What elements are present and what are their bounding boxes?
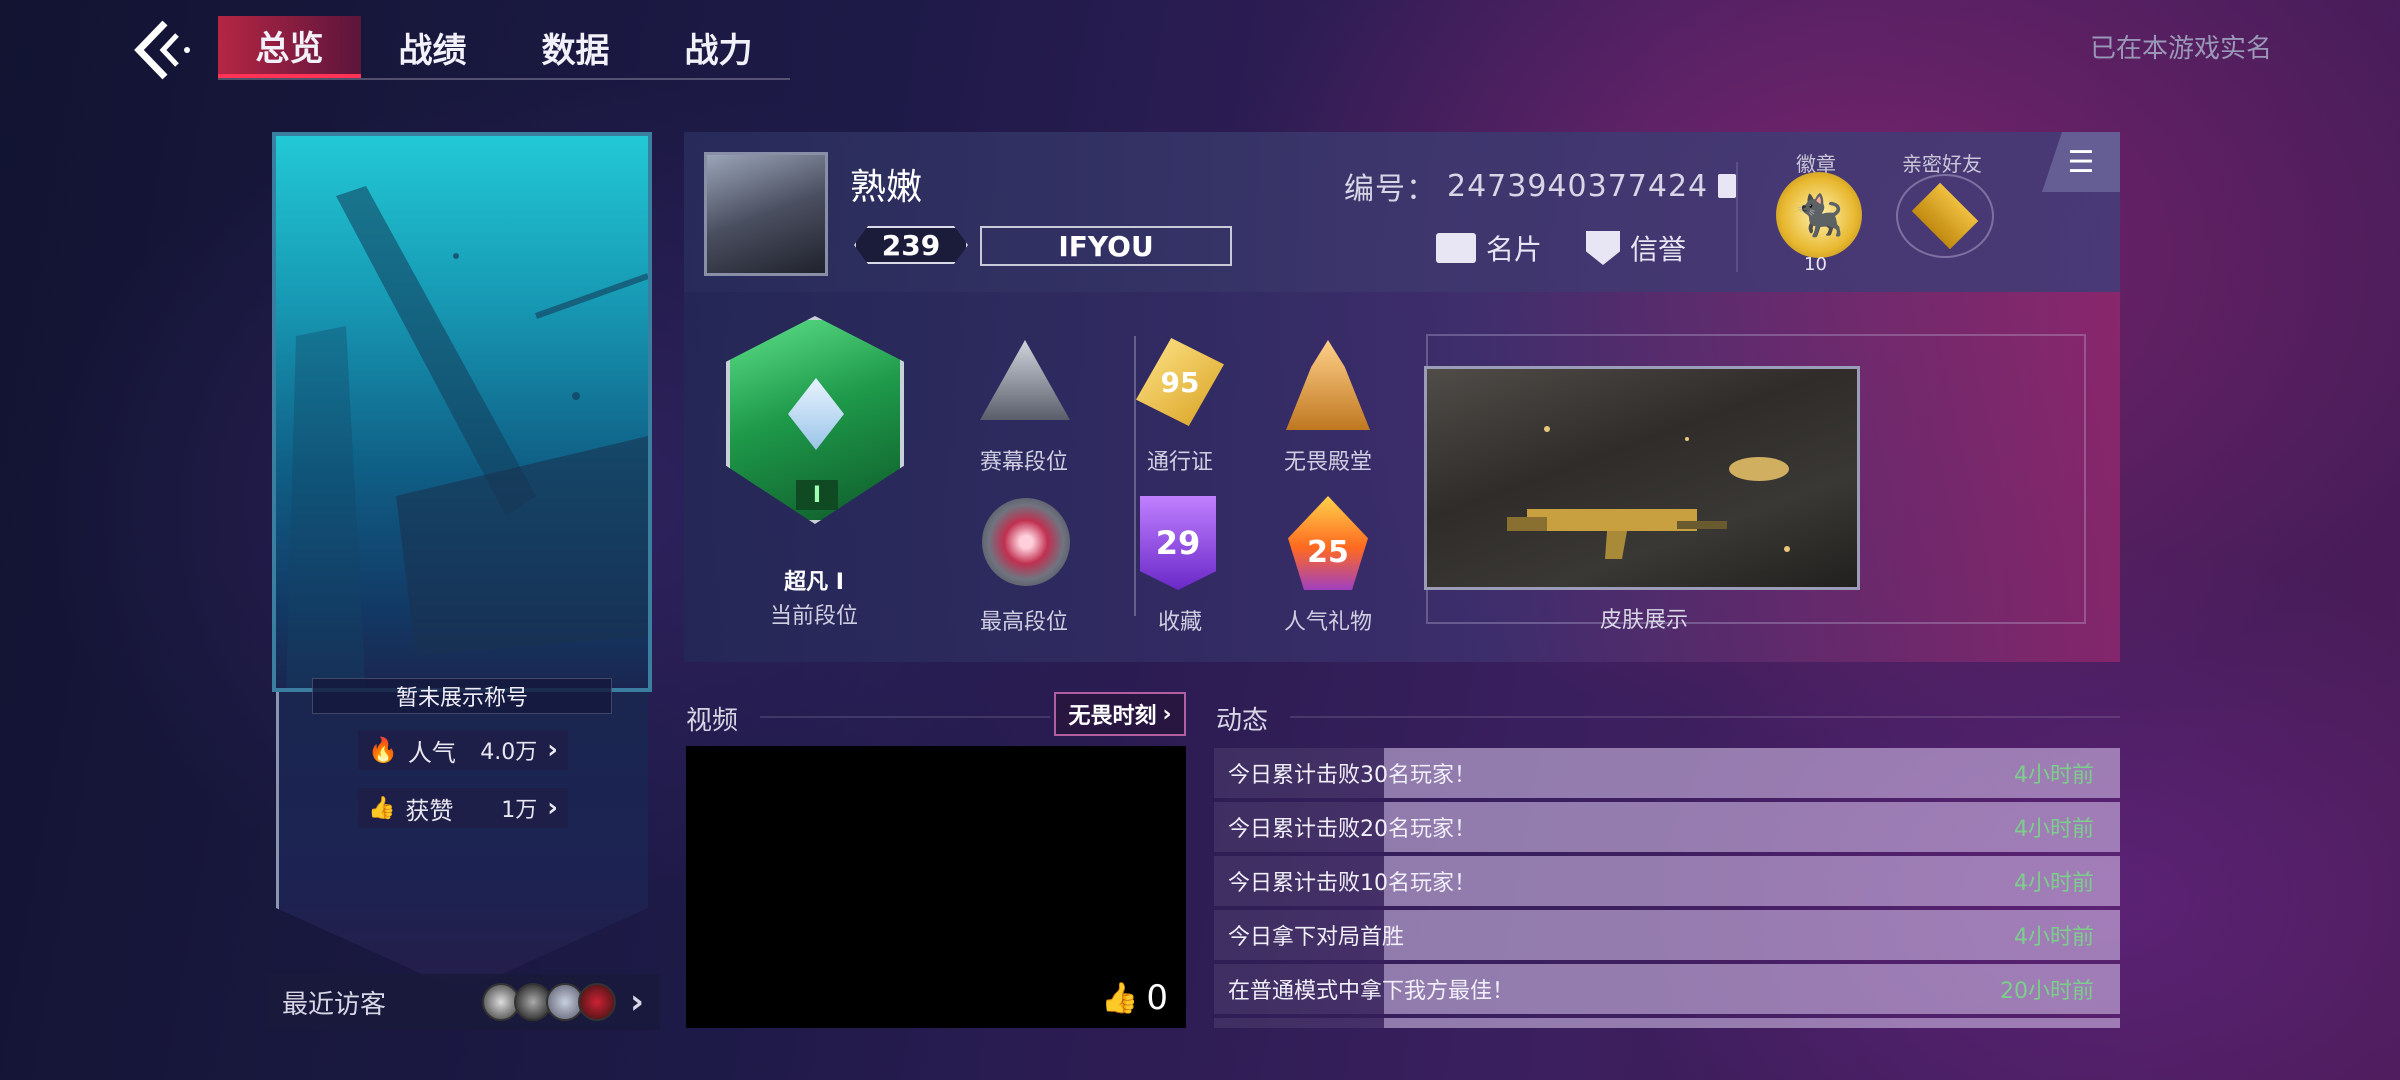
back-arrow-icon xyxy=(134,20,190,80)
profile-card: 熟嫩 239 IFYOU 编号： 2473940377424 名片 信誉 徽章 … xyxy=(684,132,2120,292)
visitor-avatar[interactable] xyxy=(577,983,616,1021)
achievements-panel: I 超凡 I 当前段位 赛幕段位 95 通行证 无畏殿堂 最高段位 29 收藏 … xyxy=(684,292,2120,662)
season-rank-icon[interactable] xyxy=(980,340,1070,420)
id-card-icon xyxy=(1436,233,1476,263)
popularity-label: 人气 xyxy=(407,738,456,767)
thumbs-up-icon: 👍 xyxy=(368,795,396,821)
chevron-right-icon: › xyxy=(547,735,558,765)
tab-power[interactable]: 战力 xyxy=(647,16,790,78)
namecard-button[interactable]: 名片 xyxy=(1436,228,1542,268)
video-section-title: 视频 xyxy=(686,706,739,736)
highest-rank-icon[interactable] xyxy=(982,498,1070,586)
popularity-pill[interactable]: 🔥 人气 4.0万 › xyxy=(358,730,568,770)
feed-time: 4小时前 xyxy=(2014,817,2094,842)
feed-text: 在普通模式中拿下我方最佳！ xyxy=(1228,979,1515,1004)
credit-button[interactable]: 信誉 xyxy=(1586,228,1686,268)
feed-section-title: 动态 xyxy=(1216,706,1269,736)
collection-icon[interactable]: 29 xyxy=(1140,496,1216,590)
skin-showcase[interactable] xyxy=(1424,366,1860,590)
video-like-count: 0 xyxy=(1146,978,1168,1018)
feed-text: 今日累计击败30名玩家！ xyxy=(1228,763,1476,788)
feed-row[interactable]: 今日累计击败20名玩家！ 4小时前 xyxy=(1214,802,2120,852)
copy-icon[interactable] xyxy=(1718,174,1737,198)
profile-banner[interactable]: 暂未展示称号 🔥 人气 4.0万 › 👍 获赞 1万 › xyxy=(272,132,652,1032)
rifle-skin-illustration xyxy=(1507,426,1790,559)
feed-time: 4小时前 xyxy=(2014,763,2094,788)
tab-overview[interactable]: 总览 xyxy=(218,16,361,78)
banner-artwork xyxy=(272,132,652,696)
tab-record[interactable]: 战绩 xyxy=(361,16,504,78)
friends-label: 亲密好友 xyxy=(1902,152,1982,176)
tab-bar: 总览 战绩 数据 战力 xyxy=(218,16,790,80)
namecard-label: 名片 xyxy=(1486,233,1543,266)
list-settings-icon: ☰ xyxy=(2067,144,2095,180)
likes-pill[interactable]: 👍 获赞 1万 › xyxy=(358,788,568,828)
highest-rank-label: 最高段位 xyxy=(979,610,1068,635)
feed-row-partial xyxy=(1214,1018,2120,1028)
battle-pass-label: 通行证 xyxy=(1146,450,1213,475)
recent-visitors-label: 最近访客 xyxy=(282,989,387,1020)
thumbs-up-icon: 👍 xyxy=(1101,980,1139,1016)
skin-showcase-label: 皮肤展示 xyxy=(1599,608,1688,633)
battle-pass-icon[interactable]: 95 xyxy=(1136,338,1224,426)
title-plate: 暂未展示称号 xyxy=(312,678,612,714)
feed-time: 20小时前 xyxy=(2000,979,2094,1004)
settings-button[interactable]: ☰ xyxy=(2042,132,2120,192)
feed-row[interactable]: 今日拿下对局首胜 4小时前 xyxy=(1214,910,2120,960)
feed-text: 今日拿下对局首胜 xyxy=(1228,925,1405,950)
back-button[interactable] xyxy=(120,12,200,88)
chevron-right-icon: › xyxy=(629,982,644,1022)
tab-data[interactable]: 数据 xyxy=(504,16,647,78)
cat-icon: 🐈‍⬛ xyxy=(1794,192,1844,239)
feed-row[interactable]: 今日累计击败30名玩家！ 4小时前 xyxy=(1214,748,2120,798)
popularity-value: 4.0万 xyxy=(480,740,538,765)
divider xyxy=(760,716,1050,718)
season-rank-label: 赛幕段位 xyxy=(979,450,1068,475)
likes-value: 1万 xyxy=(501,798,538,823)
feed-row[interactable]: 今日累计击败10名玩家！ 4小时前 xyxy=(1214,856,2120,906)
feed-text: 今日累计击败20名玩家！ xyxy=(1228,817,1476,842)
handshake-icon xyxy=(1911,182,1979,250)
video-player[interactable]: 👍 0 xyxy=(686,746,1186,1028)
badge-count: 10 xyxy=(1804,254,1827,275)
chevron-right-icon: › xyxy=(1162,701,1172,727)
clan-tag[interactable]: IFYOU xyxy=(980,226,1232,266)
feed-text: 今日累计击败10名玩家！ xyxy=(1228,871,1476,896)
popular-gift-label: 人气礼物 xyxy=(1283,610,1372,635)
player-nickname: 熟嫩 xyxy=(850,167,923,208)
fearless-hall-label: 无畏殿堂 xyxy=(1283,450,1372,475)
popular-gift-icon[interactable]: 25 xyxy=(1288,496,1368,590)
recent-visitors-bar[interactable]: 最近访客 › xyxy=(266,974,660,1030)
badge-medal[interactable]: 🐈‍⬛ xyxy=(1776,172,1862,258)
realname-status: 已在本游戏实名 xyxy=(2089,34,2272,64)
feed-time: 4小时前 xyxy=(2014,871,2094,896)
rank-numeral: I xyxy=(796,480,838,510)
current-rank-emblem[interactable]: I xyxy=(726,316,904,524)
player-uid: 编号： 2473940377424 xyxy=(1344,164,1737,208)
credit-label: 信誉 xyxy=(1630,233,1687,266)
video-like-button[interactable]: 👍 0 xyxy=(1101,978,1168,1018)
close-friends-button[interactable] xyxy=(1896,174,1994,258)
fearless-moment-button[interactable]: 无畏时刻 › xyxy=(1054,692,1186,736)
player-level: 239 xyxy=(854,226,968,264)
uid-value: 2473940377424 xyxy=(1447,168,1709,204)
collection-label: 收藏 xyxy=(1157,610,1202,635)
diamond-icon xyxy=(788,378,844,450)
player-avatar[interactable] xyxy=(704,152,828,276)
divider xyxy=(1290,716,2120,718)
divider xyxy=(1736,162,1738,272)
rank-label: 当前段位 xyxy=(769,604,858,629)
uid-label: 编号： xyxy=(1344,172,1437,207)
shield-check-icon xyxy=(1586,231,1620,265)
likes-label: 获赞 xyxy=(405,796,454,825)
feed-time: 4小时前 xyxy=(2014,925,2094,950)
divider xyxy=(1134,336,1136,616)
shipwreck-illustration xyxy=(286,186,650,696)
fearless-hall-icon[interactable] xyxy=(1286,340,1370,430)
rank-name: 超凡 I xyxy=(784,570,844,595)
feed-row[interactable]: 在普通模式中拿下我方最佳！ 20小时前 xyxy=(1214,964,2120,1014)
fire-icon: 🔥 xyxy=(368,736,398,764)
fearless-moment-label: 无畏时刻 xyxy=(1068,704,1157,729)
chevron-right-icon: › xyxy=(547,793,558,823)
